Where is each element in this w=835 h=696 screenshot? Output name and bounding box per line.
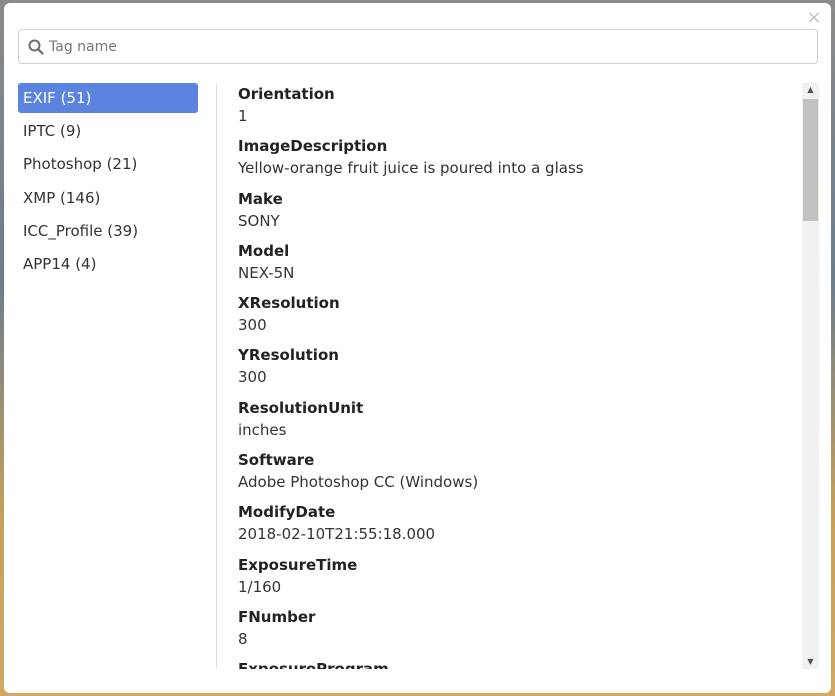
- tag-row: Make SONY: [238, 188, 798, 240]
- tag-row: FNumber 8: [238, 606, 798, 658]
- search-box[interactable]: [18, 29, 818, 64]
- tag-value: inches: [238, 420, 287, 439]
- tag-row: Model NEX-5N: [238, 240, 798, 292]
- scroll-down-icon[interactable]: ▼: [802, 655, 819, 669]
- tag-value: Yellow-orange fruit juice is poured into…: [238, 159, 584, 178]
- tag-name: Orientation: [238, 85, 335, 103]
- scrollbar[interactable]: ▲ ▼: [802, 83, 819, 669]
- tag-value: NEX-5N: [238, 263, 295, 282]
- search-input[interactable]: [49, 30, 809, 63]
- sidebar-item[interactable]: EXIF (51): [18, 83, 198, 113]
- tag-value: 2018-02-10T21:55:18.000: [238, 525, 436, 544]
- tag-row: YResolution 300: [238, 344, 798, 396]
- sidebar-item[interactable]: APP14 (4): [18, 249, 198, 279]
- sidebar-item[interactable]: Photoshop (21): [18, 149, 198, 179]
- tag-name: ModifyDate: [238, 503, 336, 522]
- sidebar-item[interactable]: XMP (146): [18, 183, 198, 213]
- tag-name: ExposureProgram: [238, 658, 798, 669]
- tag-row: ModifyDate 2018-02-10T21:55:18.000: [238, 501, 798, 553]
- tag-list: Orientation 1 ImageDescription Yellow-orang…: [238, 83, 798, 669]
- tag-value: 1/160: [238, 577, 282, 596]
- tag-name: ResolutionUnit: [238, 398, 364, 417]
- close-icon[interactable]: ×: [805, 9, 823, 27]
- sidebar-item[interactable]: IPTC (9): [18, 116, 198, 146]
- tag-value: 300: [238, 316, 267, 335]
- tag-name: Model: [238, 241, 290, 260]
- tag-value: 300: [238, 368, 267, 387]
- tag-name: YResolution: [238, 346, 339, 365]
- search-icon: [28, 39, 44, 55]
- tag-name: Make: [238, 189, 283, 208]
- tag-name: Software: [238, 451, 315, 470]
- tag-name: ExposureTime: [238, 555, 358, 574]
- tag-row: ImageDescription Yellow-orange fruit juic…: [238, 135, 798, 187]
- tag-value: Adobe Photoshop CC (Windows): [238, 473, 479, 492]
- tag-value: SONY: [238, 211, 280, 230]
- tag-name: FNumber: [238, 607, 316, 626]
- tag-row: ExposureTime 1/160: [238, 554, 798, 606]
- tag-value: 1: [238, 107, 248, 125]
- tag-row: ExposureProgram: [238, 658, 798, 669]
- tag-row: ResolutionUnit inches: [238, 397, 798, 449]
- tag-name: ImageDescription: [238, 137, 388, 156]
- tag-row: XResolution 300: [238, 292, 798, 344]
- divider: [216, 83, 217, 669]
- tag-row: Orientation 1: [238, 83, 798, 135]
- scroll-up-icon[interactable]: ▲: [802, 83, 819, 97]
- tag-name: XResolution: [238, 294, 340, 313]
- sidebar-item[interactable]: ICC_Profile (39): [18, 216, 198, 246]
- tag-value: 8: [238, 629, 248, 648]
- tag-row: Software Adobe Photoshop CC (Windows): [238, 449, 798, 501]
- scroll-thumb[interactable]: [803, 99, 818, 221]
- sidebar: EXIF (51) IPTC (9) Photoshop (21) XMP (146)…: [18, 83, 198, 282]
- metadata-dialog: × EXIF (51)IPTC (9)Photoshop (21) XMP (14…: [4, 3, 831, 693]
